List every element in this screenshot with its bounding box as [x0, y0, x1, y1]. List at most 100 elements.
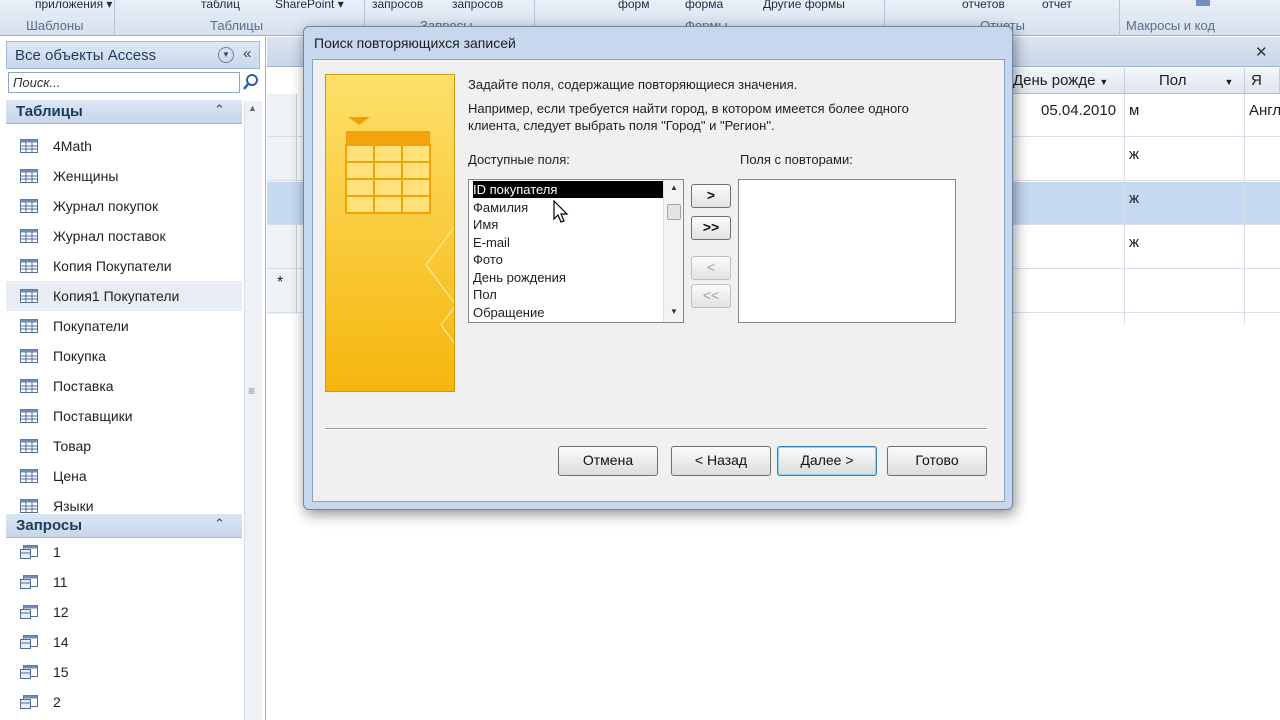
table-icon: [20, 199, 38, 213]
search-input[interactable]: Поиск...: [8, 72, 240, 93]
table-icon: [20, 499, 38, 513]
nav-item-label: 1: [53, 544, 61, 560]
application-parts-button[interactable]: приложения ▾: [35, 0, 112, 11]
nav-header[interactable]: Все объекты Access ▼ «: [6, 41, 260, 69]
example-text-line1: Например, если требуется найти город, в …: [468, 101, 909, 116]
available-fields-list[interactable]: ID покупателя Фамилия Имя E-mail Фото День ро…: [468, 179, 684, 323]
table-design-button[interactable]: таблиц: [201, 0, 240, 11]
finish-button[interactable]: Готово: [887, 446, 987, 476]
blank-report-button[interactable]: отчет: [1042, 0, 1072, 11]
table-icon: [20, 229, 38, 243]
nav-table-item[interactable]: Копия Покупатели: [6, 251, 242, 281]
nav-table-item[interactable]: Покупка: [6, 341, 242, 371]
nav-table-item[interactable]: Поставка: [6, 371, 242, 401]
query-icon: [20, 695, 38, 709]
nav-table-item[interactable]: Покупатели: [6, 311, 242, 341]
ribbon-group-caption: Макросы и код: [1126, 18, 1216, 33]
nav-item-label: Покупка: [53, 348, 106, 364]
scroll-grip-icon[interactable]: ≡: [248, 384, 255, 398]
nav-table-item[interactable]: Цена: [6, 461, 242, 491]
query-design-button[interactable]: запросов: [452, 0, 503, 11]
close-icon[interactable]: ✕: [1255, 43, 1268, 61]
cell-sex[interactable]: ж: [1129, 190, 1139, 207]
remove-field-button[interactable]: <: [691, 256, 731, 280]
list-scrollbar[interactable]: ▲ ▼: [663, 180, 683, 322]
column-divider: [1244, 94, 1245, 324]
available-field-item[interactable]: Обращение: [473, 304, 663, 321]
table-icon: [20, 259, 38, 273]
table-icon: [20, 349, 38, 363]
chevron-up-icon[interactable]: ⌃: [214, 516, 225, 532]
scroll-up-icon[interactable]: ▲: [248, 103, 257, 113]
scroll-down-icon[interactable]: ▼: [670, 307, 678, 316]
blank-form-button[interactable]: форма: [685, 0, 723, 11]
nav-scrollbar[interactable]: ▲ ≡: [244, 101, 262, 720]
nav-item-label: Поставщики: [53, 408, 133, 424]
table-icon: [20, 139, 38, 153]
available-field-item[interactable]: ID покупателя: [473, 181, 663, 198]
macro-icon[interactable]: [1196, 0, 1210, 6]
available-field-item[interactable]: E-mail: [473, 234, 663, 251]
nav-query-item[interactable]: 15: [6, 657, 242, 687]
available-field-item[interactable]: День рождения: [473, 269, 663, 286]
collapse-pane-icon[interactable]: «: [243, 45, 251, 62]
nav-item-label: 4Math: [53, 138, 92, 154]
add-field-button[interactable]: >: [691, 184, 731, 208]
dropdown-arrow-icon[interactable]: ▼: [1099, 77, 1108, 87]
chevron-down-icon[interactable]: ▼: [218, 47, 234, 63]
nav-item-label: 11: [53, 574, 68, 590]
nav-item-label: 2: [53, 694, 61, 710]
nav-table-item[interactable]: 4Math: [6, 131, 242, 161]
nav-query-item[interactable]: 2: [6, 687, 242, 717]
nav-item-label: Цена: [53, 468, 87, 484]
nav-item-label: Журнал поставок: [53, 228, 166, 244]
table-icon: [20, 319, 38, 333]
available-field-item[interactable]: Фото: [473, 251, 663, 268]
search-icon[interactable]: [242, 73, 260, 91]
nav-query-item[interactable]: 1: [6, 537, 242, 567]
tables-section-header[interactable]: Таблицы ⌃: [6, 100, 242, 124]
available-field-item[interactable]: Пол: [473, 286, 663, 303]
nav-query-item[interactable]: 11: [6, 567, 242, 597]
mouse-cursor-icon: [553, 200, 569, 223]
dropdown-arrow-icon[interactable]: ▼: [1225, 77, 1234, 87]
form-design-button[interactable]: форм: [618, 0, 649, 11]
column-header-lang[interactable]: Я: [1245, 68, 1280, 94]
cell-sex[interactable]: ж: [1129, 234, 1139, 251]
nav-table-item[interactable]: Копия1 Покупатели: [6, 281, 242, 311]
column-divider: [1124, 94, 1125, 324]
cell-lang[interactable]: Англ: [1249, 102, 1280, 119]
scroll-thumb[interactable]: [667, 204, 681, 220]
nav-table-item[interactable]: Поставщики: [6, 401, 242, 431]
cell-birthday[interactable]: 05.04.2010: [1041, 102, 1116, 119]
scroll-up-icon[interactable]: ▲: [670, 183, 678, 192]
nav-item-label: Товар: [53, 438, 92, 454]
nav-table-item[interactable]: Товар: [6, 431, 242, 461]
nav-query-item[interactable]: 14: [6, 627, 242, 657]
queries-section-header[interactable]: Запросы ⌃: [6, 514, 242, 538]
column-header-birthday[interactable]: День рожде ▼: [1007, 68, 1125, 94]
back-button[interactable]: < Назад: [671, 446, 771, 476]
cell-sex[interactable]: м: [1129, 102, 1139, 119]
nav-table-item[interactable]: Женщины: [6, 161, 242, 191]
add-all-fields-button[interactable]: >>: [691, 216, 731, 240]
nav-table-item[interactable]: Журнал поставок: [6, 221, 242, 251]
query-wizard-button[interactable]: запросов: [372, 0, 423, 11]
nav-query-item[interactable]: 12: [6, 597, 242, 627]
example-text-line2: клиента, следует выбрать поля "Город" и …: [468, 118, 775, 133]
chevron-up-icon[interactable]: ⌃: [214, 102, 225, 118]
column-header-sex[interactable]: Пол ▼: [1125, 68, 1245, 94]
nav-item-label: Покупатели: [53, 318, 129, 334]
duplicate-fields-list[interactable]: [738, 179, 956, 323]
remove-all-fields-button[interactable]: <<: [691, 284, 731, 308]
nav-item-label: Поставка: [53, 378, 114, 394]
more-forms-button[interactable]: Другие формы: [763, 0, 845, 11]
new-record-marker: *: [277, 274, 284, 291]
cell-sex[interactable]: ж: [1129, 146, 1139, 163]
cancel-button[interactable]: Отмена: [558, 446, 658, 476]
nav-table-item[interactable]: Журнал покупок: [6, 191, 242, 221]
next-button[interactable]: Далее >: [777, 446, 877, 476]
sharepoint-lists-button[interactable]: SharePoint ▾: [275, 0, 344, 11]
query-icon: [20, 545, 38, 559]
report-design-button[interactable]: отчетов: [962, 0, 1005, 11]
